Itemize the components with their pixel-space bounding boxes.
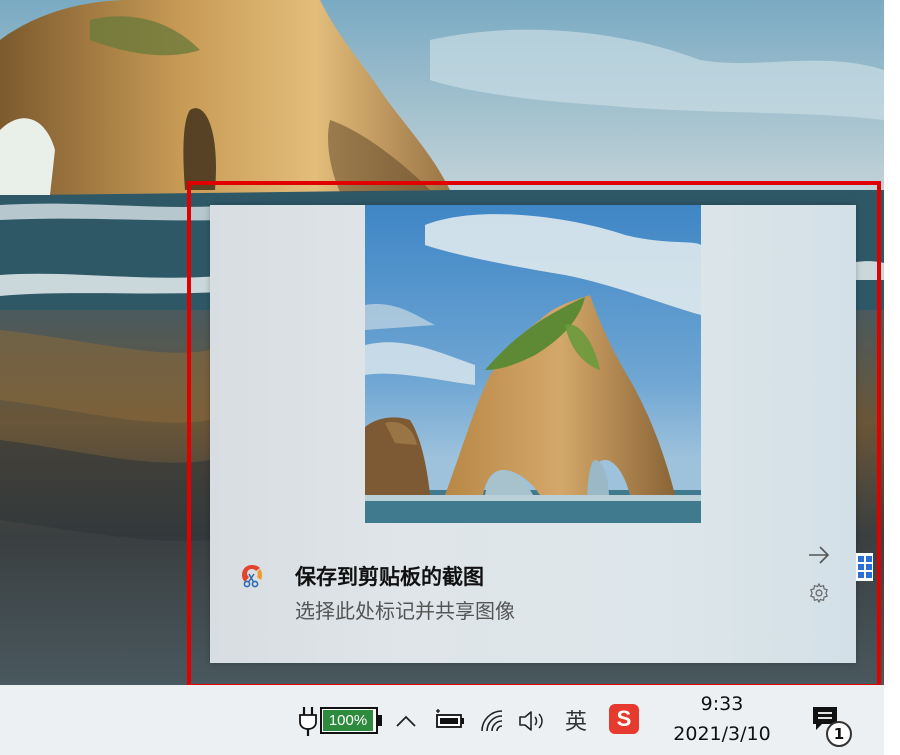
taskbar: 100% 英 S 9:33 2021/3/10 <box>0 685 884 755</box>
screen-edge <box>884 0 900 755</box>
gear-icon[interactable] <box>808 582 830 604</box>
battery-tip <box>378 715 382 726</box>
snip-sketch-icon <box>242 565 262 588</box>
sogou-logo: S <box>609 704 639 734</box>
battery-status-icon[interactable] <box>433 707 467 733</box>
ime-language-indicator[interactable]: 英 <box>560 703 592 737</box>
screenshot-toast[interactable]: 保存到剪贴板的截图 选择此处标记并共享图像 <box>210 205 856 663</box>
partial-grid-icon <box>856 553 873 581</box>
clock-date[interactable]: 2021/3/10 <box>662 723 782 745</box>
screenshot-preview[interactable] <box>365 205 701 523</box>
ime-label: 英 <box>564 710 587 735</box>
sogou-ime-icon[interactable]: S <box>607 702 641 736</box>
battery-percent: 100% <box>323 710 373 731</box>
volume-icon[interactable] <box>517 707 549 735</box>
notification-count-badge: 1 <box>826 721 852 747</box>
clock-time[interactable]: 9:33 <box>672 693 772 715</box>
power-plug-icon <box>299 707 317 736</box>
preview-image <box>365 205 701 523</box>
wifi-icon[interactable] <box>479 707 507 735</box>
toast-body: 选择此处标记并共享图像 <box>295 599 515 623</box>
chevron-up-icon[interactable] <box>394 709 418 733</box>
battery-indicator[interactable]: 100% <box>298 701 386 741</box>
toast-title: 保存到剪贴板的截图 <box>295 565 484 589</box>
arrow-right-icon[interactable] <box>807 543 831 567</box>
